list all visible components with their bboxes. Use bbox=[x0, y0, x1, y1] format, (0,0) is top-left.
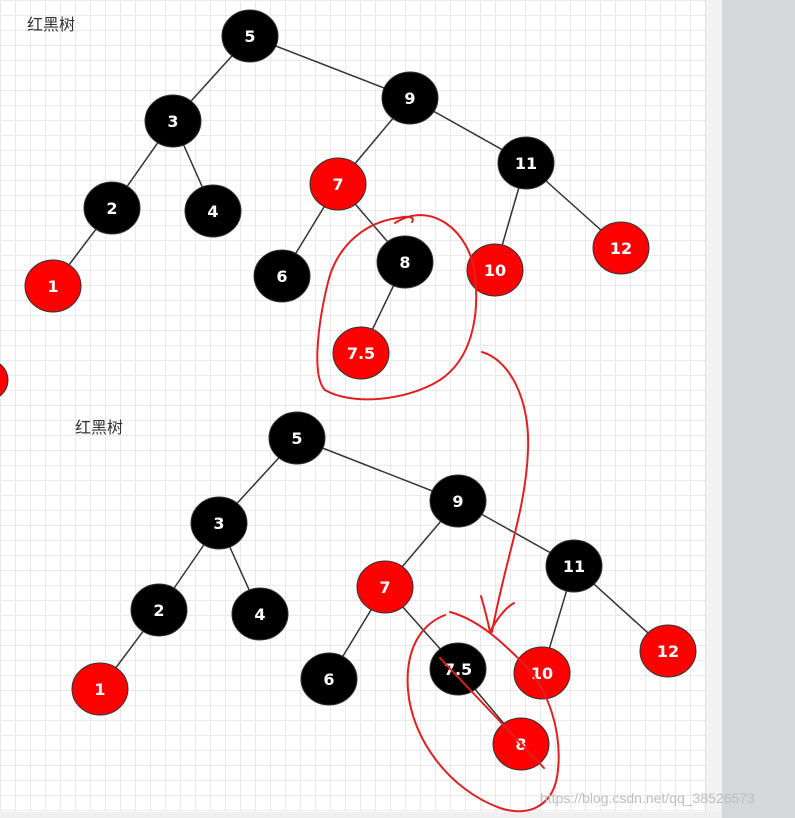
node-label: 3 bbox=[167, 112, 178, 131]
node-label: 5 bbox=[244, 27, 255, 46]
tree-node-9[interactable]: 9 bbox=[429, 474, 487, 528]
nodes-layer: 5392 4711168 10127.55392 4711167.5 10128 bbox=[24, 9, 697, 771]
node-label: 7 bbox=[332, 175, 343, 194]
tree-node-7[interactable]: 7 bbox=[356, 560, 414, 614]
tree-node-1[interactable]: 1 bbox=[71, 662, 129, 716]
tree-node-7[interactable]: 7 bbox=[309, 157, 367, 211]
node-label: 9 bbox=[404, 89, 415, 108]
tree-node-6[interactable]: 6 bbox=[253, 249, 311, 303]
node-label: 2 bbox=[106, 199, 117, 218]
node-label: 10 bbox=[484, 261, 506, 280]
tree-node-2[interactable]: 2 bbox=[83, 181, 141, 235]
tree-node-1[interactable]: 1 bbox=[24, 259, 82, 313]
node-label: 1 bbox=[94, 680, 105, 699]
tree-node-4[interactable]: 4 bbox=[184, 184, 242, 238]
tree-node-8[interactable]: 8 bbox=[376, 235, 434, 289]
node-label: 10 bbox=[531, 664, 553, 683]
tree-node-3[interactable]: 3 bbox=[190, 496, 248, 550]
partial-red-node bbox=[0, 363, 9, 397]
node-label: 12 bbox=[657, 642, 679, 661]
highlight-loop-bottom bbox=[406, 611, 560, 813]
side-panel bbox=[722, 0, 795, 818]
node-label: 4 bbox=[207, 202, 218, 221]
tree-node-4[interactable]: 4 bbox=[231, 587, 289, 641]
tree-node-9[interactable]: 9 bbox=[381, 71, 439, 125]
tree-node-2[interactable]: 2 bbox=[130, 583, 188, 637]
transition-arrow bbox=[481, 351, 530, 633]
vertical-scrollbar[interactable] bbox=[705, 0, 722, 818]
tree-node-7.5[interactable]: 7.5 bbox=[429, 642, 487, 696]
watermark: https://blog.csdn.net/qq_38526573 bbox=[540, 790, 755, 806]
node-label: 8 bbox=[399, 253, 410, 272]
edges-layer bbox=[52, 35, 669, 745]
node-label: 12 bbox=[610, 239, 632, 258]
node-label: 7.5 bbox=[347, 344, 375, 363]
node-label: 11 bbox=[563, 557, 585, 576]
tree-node-5[interactable]: 5 bbox=[221, 9, 279, 63]
tree-node-12[interactable]: 12 bbox=[592, 221, 650, 275]
tree-node-11[interactable]: 11 bbox=[545, 539, 603, 593]
tree-node-11[interactable]: 11 bbox=[497, 136, 555, 190]
red-black-tree-diagram: 5392 4711168 10127.55392 4711167.5 10128 bbox=[0, 9, 697, 813]
node-label: 7 bbox=[379, 578, 390, 597]
tree-node-6[interactable]: 6 bbox=[300, 652, 358, 706]
node-label: 4 bbox=[254, 605, 265, 624]
tree-node-5[interactable]: 5 bbox=[268, 411, 326, 465]
node-label: 5 bbox=[291, 429, 302, 448]
node-label: 1 bbox=[47, 277, 58, 296]
tree-node-7.5[interactable]: 7.5 bbox=[332, 326, 390, 380]
node-label: 6 bbox=[323, 670, 334, 689]
node-label: 11 bbox=[515, 154, 537, 173]
node-label: 6 bbox=[276, 267, 287, 286]
node-label: 9 bbox=[452, 492, 463, 511]
tree-node-3[interactable]: 3 bbox=[144, 94, 202, 148]
node-label: 2 bbox=[153, 601, 164, 620]
tree-node-12[interactable]: 12 bbox=[639, 624, 697, 678]
node-label: 3 bbox=[213, 514, 224, 533]
